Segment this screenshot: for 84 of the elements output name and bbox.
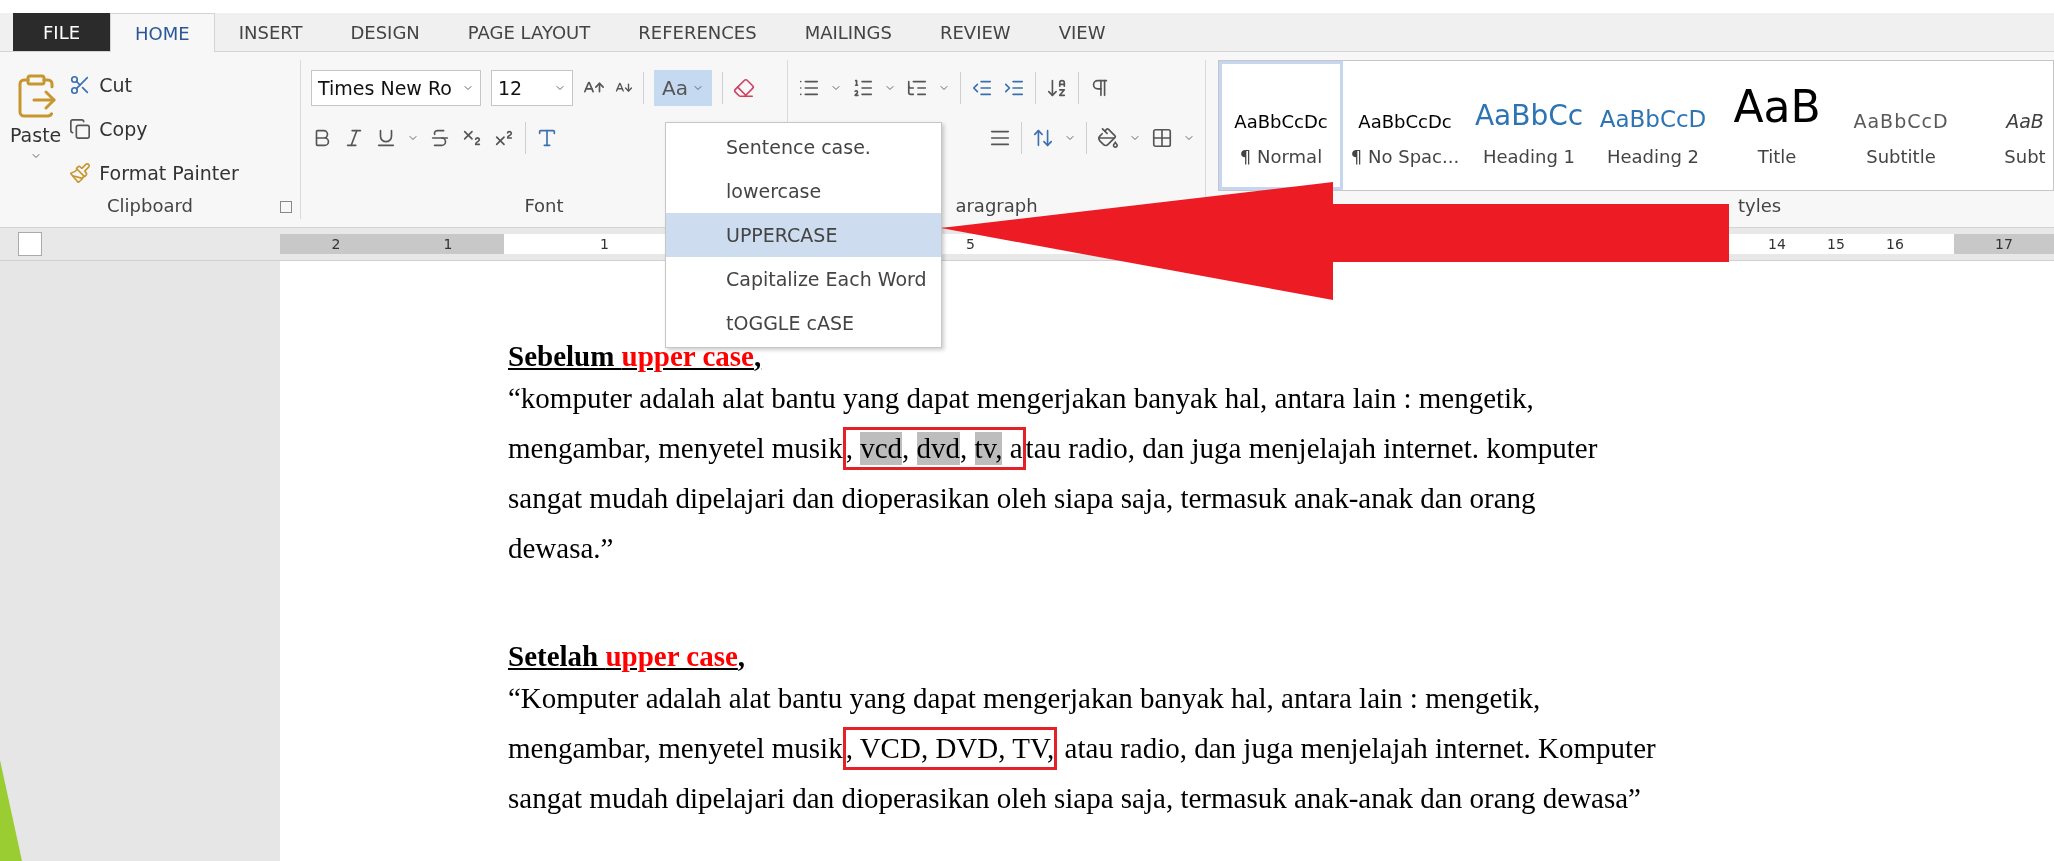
text-run: a [1008,431,1023,465]
group-label: Font [524,194,564,216]
ribbon-tab[interactable]: DESIGN [326,13,444,51]
eraser-icon[interactable] [732,77,755,99]
style-preview: AaBbCcD [1599,105,1707,132]
ribbon-tab[interactable]: INSERT [214,13,327,51]
text-run: dewasa.” [508,531,614,565]
ribbon-tab[interactable]: PAGE LAYOUT [443,13,615,51]
text-run: , [845,431,854,465]
text-run: , [960,431,969,465]
underline-icon[interactable] [375,127,397,149]
style-item[interactable]: AaB Title [1715,61,1839,190]
style-item[interactable]: AaBbCcD Heading 2 [1591,61,1715,190]
style-name: ¶ No Spac... [1350,146,1460,167]
ruler-number: 5 [966,236,975,252]
style-preview: AaBbCcD [1853,109,1949,132]
heading-text: Setelah [508,640,600,673]
ribbon-tab[interactable]: VIEW [1034,13,1130,51]
highlighted-word: vcd [860,431,903,465]
style-preview: AaB [2006,109,2044,132]
text-run: sangat mudah dipelajari dan dioperasikan oleh siapa saja, termasuk anak-anak dan orang dewasa” [508,781,1641,815]
format-painter-button[interactable]: Format Painter [69,154,239,192]
highlighted-word: dvd [916,431,961,465]
style-name: Heading 2 [1606,146,1700,167]
file-tab[interactable]: FILE [13,13,111,51]
font-size-field[interactable]: 12 [491,70,573,106]
highlighted-word: tv, [974,431,1003,465]
text-run: “Komputer adalah alat bantu yang dapat mengerjakan banyak hal, antara lain : mengetik, [508,681,1541,715]
copy-icon[interactable] [69,118,92,140]
font-name-field[interactable]: Times New Ro [311,70,481,106]
ruler-number: 15 [1827,236,1845,252]
text-run: tau radio, dan juga menjelajah internet. komputer [1025,431,1598,465]
style-preview: AaBbCc [1474,98,1584,132]
paste-button[interactable]: Paste [10,66,62,192]
style-preview: AaBbCcDc [1358,110,1452,132]
text-run: sangat mudah dipelajari dan dioperasikan oleh siapa saja, termasuk anak-anak dan orang [508,481,1536,515]
heading-text: Sebelum [508,340,616,373]
line-spacing-icon[interactable] [1032,127,1054,149]
style-item[interactable]: AaBbCc Heading 1 [1467,61,1591,190]
ruler-number: 2 [331,236,341,252]
style-item[interactable]: AaBbCcD Subtitle [1839,61,1963,190]
borders-icon[interactable] [1151,127,1173,149]
style-name: Title [1757,146,1797,167]
ruler-number: 16 [1886,236,1904,252]
group-label: Clipboard [107,195,193,216]
style-name: Subtitle [1866,146,1936,167]
group-label: aragraph [955,194,1038,216]
style-preview: AaBbCcDc [1234,110,1328,132]
ribbon-tab[interactable]: MAILINGS [780,13,916,51]
menu-item[interactable]: Capitalize Each Word [666,257,941,301]
ruler-number: 1 [443,236,453,252]
sort-icon[interactable] [1046,77,1068,99]
ruler-number: 14 [1768,236,1786,252]
cut-button[interactable]: Cut [69,66,239,104]
style-item[interactable]: AaBbCcDc ¶ No Spac... [1343,61,1467,190]
ribbon-tab[interactable]: REVIEW [915,13,1035,51]
text-effects-icon[interactable] [536,127,558,149]
style-name: ¶ Normal [1239,146,1323,167]
text-run: mengambar, menyetel musik [508,431,843,465]
style-preview: AaB [1733,84,1821,132]
text-run: mengambar, menyetel musik [508,731,843,765]
group-label: tyles [1738,194,1782,216]
change-case-button[interactable]: Aa [654,70,712,106]
style-name: Heading 1 [1482,146,1576,167]
menu-item[interactable]: Sentence case. [666,125,941,169]
copy-button[interactable]: Copy [69,110,239,148]
ruler-number: 17 [1995,236,2013,252]
strikethrough-icon[interactable] [429,127,451,149]
text-run: , VCD, DVD, TV, [845,731,1055,765]
heading-text: upper case [605,640,738,673]
menu-item[interactable]: UPPERCASE [666,213,941,257]
text-run: , [902,431,911,465]
text-run: atau radio, dan juga menjelajah internet. Komputer [1063,731,1656,765]
ribbon-tab[interactable]: HOME [110,13,215,52]
heading-text: , [737,640,746,673]
style-item[interactable]: AaB Subt [1963,61,2053,190]
numbering-icon[interactable] [852,77,874,99]
menu-item[interactable]: lowercase [666,169,941,213]
text-run: “komputer adalah alat bantu yang dapat mengerjakan banyak hal, antara lain : mengetik, [508,381,1534,415]
dialog-launcher-icon[interactable] [280,201,292,213]
ruler-number: 1 [600,236,609,252]
shading-icon[interactable] [1097,127,1119,149]
ribbon-tab[interactable]: REFERENCES [614,13,781,51]
style-name: Subt [2004,146,2046,167]
